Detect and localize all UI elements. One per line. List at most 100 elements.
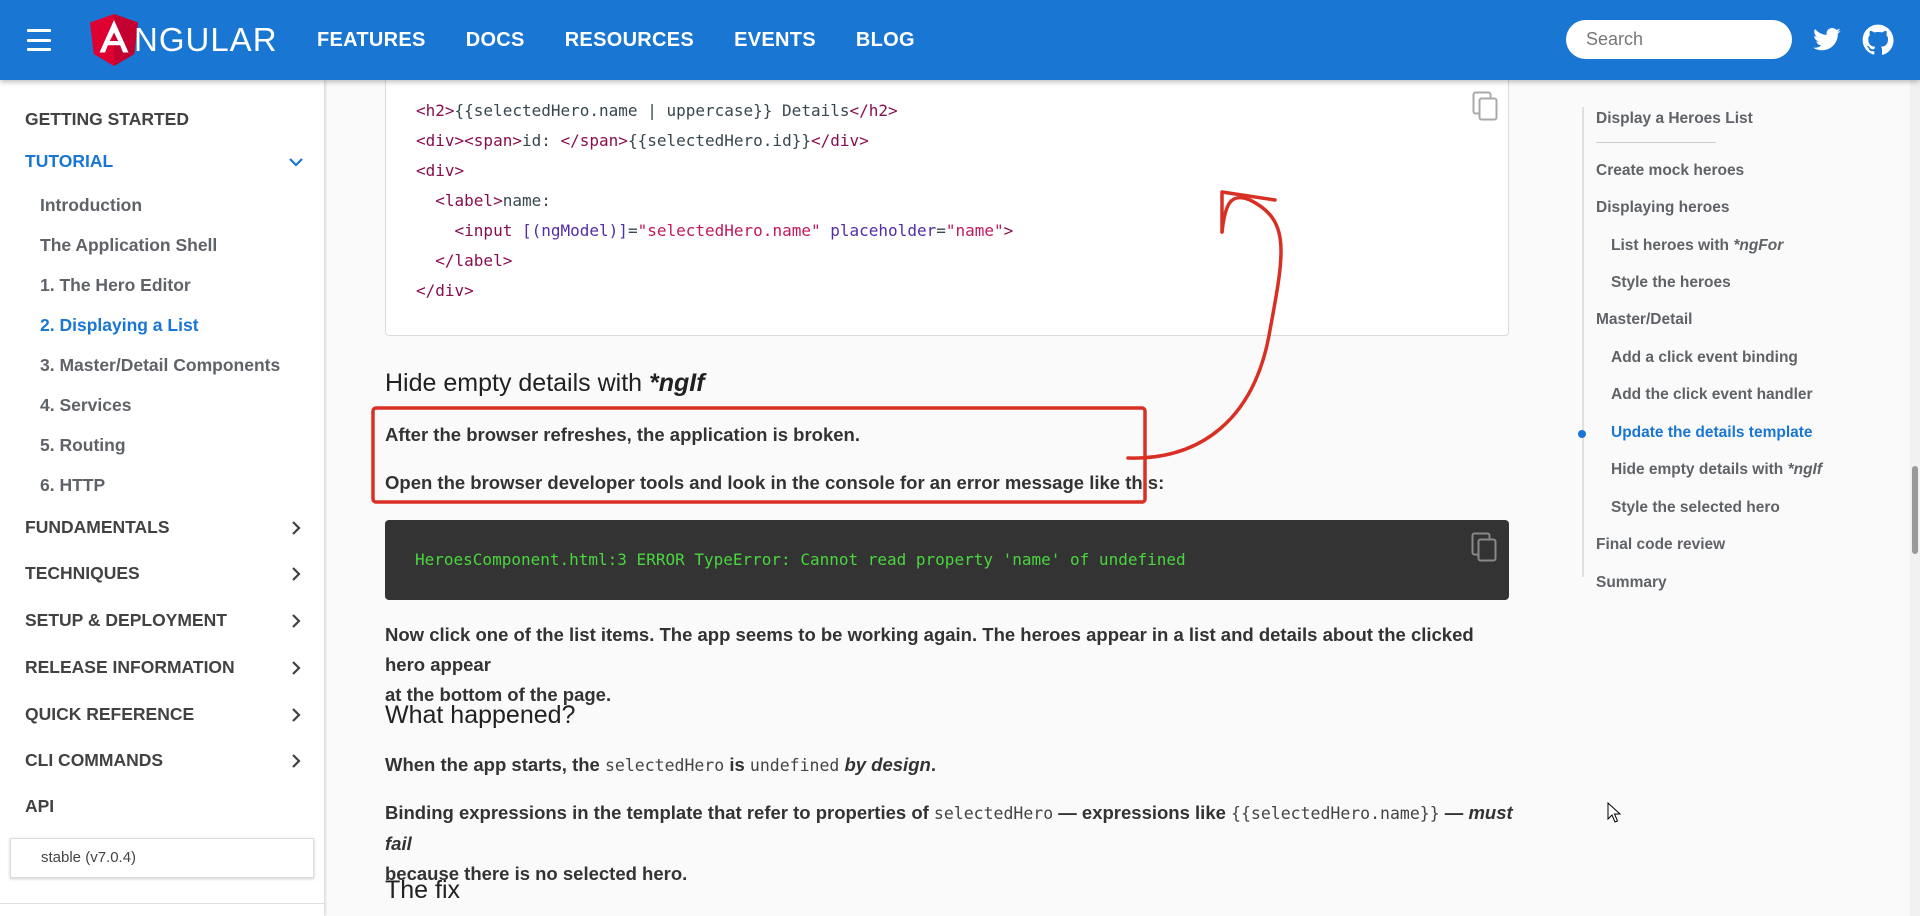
nav-blog[interactable]: BLOG: [856, 29, 915, 52]
nav-features[interactable]: FEATURES: [317, 29, 426, 52]
sidebar-tutorial[interactable]: TUTORIAL: [25, 151, 305, 172]
chevron-right-icon: [292, 567, 301, 581]
toc-item[interactable]: Add the click event handler: [1611, 386, 1813, 404]
code-line: <input [(ngModel)]="selectedHero.name" p…: [454, 221, 1014, 240]
toc-item-code: *ngFor: [1733, 237, 1784, 254]
sidebar-item-label: SETUP & DEPLOYMENT: [25, 610, 227, 630]
toc-item[interactable]: List heroes with *ngFor: [1611, 237, 1783, 255]
error-code-block: HeroesComponent.html:3 ERROR TypeError: …: [385, 520, 1509, 600]
emphasis: by design: [839, 754, 931, 775]
code-line: <div>: [416, 161, 465, 180]
toc-divider: [1596, 142, 1716, 143]
toc-item[interactable]: Add a click event binding: [1611, 349, 1798, 367]
paragraph-console: Open the browser developer tools and loo…: [385, 472, 1165, 493]
toc-item[interactable]: Display a Heroes List: [1596, 110, 1753, 128]
toc-item[interactable]: Master/Detail: [1596, 311, 1692, 329]
toc-item[interactable]: Summary: [1596, 574, 1667, 592]
sidebar-item-hero-editor[interactable]: 1. The Hero Editor: [40, 275, 191, 296]
sidebar-item-label: QUICK REFERENCE: [25, 704, 195, 724]
code-line: <h2>{{selectedHero.name | uppercase}} De…: [416, 101, 898, 120]
sidebar-item-label: TECHNIQUES: [25, 563, 140, 583]
toc-item[interactable]: Final code review: [1596, 536, 1725, 554]
inline-code: undefined: [749, 756, 840, 775]
toc-item[interactable]: Displaying heroes: [1596, 199, 1730, 217]
menu-icon[interactable]: [25, 29, 53, 51]
sidebar-release-information[interactable]: RELEASE INFORMATION: [25, 657, 305, 678]
sidebar-getting-started[interactable]: GETTING STARTED: [25, 109, 305, 130]
angular-shield-icon: [90, 14, 138, 66]
toc-rail: [1582, 107, 1584, 577]
mouse-cursor-icon: [1607, 802, 1621, 823]
sidebar-item-master-detail[interactable]: 3. Master/Detail Components: [40, 355, 280, 376]
sidebar-techniques[interactable]: TECHNIQUES: [25, 563, 305, 584]
inline-code: selectedHero: [933, 804, 1054, 823]
heading-hide-empty-details: Hide empty details with *ngIf: [385, 369, 705, 398]
angular-logo[interactable]: NGULAR: [90, 14, 278, 66]
text: — expressions like: [1053, 802, 1232, 823]
sidebar-item-http[interactable]: 6. HTTP: [40, 475, 105, 496]
chevron-right-icon: [292, 754, 301, 768]
inline-code: selectedHero: [604, 756, 725, 775]
sidebar-setup-deployment[interactable]: SETUP & DEPLOYMENT: [25, 610, 305, 631]
code-line: </div>: [416, 281, 474, 300]
nav-docs[interactable]: DOCS: [466, 29, 525, 52]
error-message: HeroesComponent.html:3 ERROR TypeError: …: [415, 550, 1186, 569]
sidebar-item-label: TUTORIAL: [25, 151, 114, 171]
search-input[interactable]: [1566, 20, 1792, 59]
heading-text: Hide empty details with: [385, 369, 650, 397]
sidebar-quick-reference[interactable]: QUICK REFERENCE: [25, 704, 305, 725]
copy-icon[interactable]: [1472, 91, 1498, 121]
chevron-right-icon: [292, 614, 301, 628]
sidebar-item-displaying-list[interactable]: 2. Displaying a List: [40, 315, 199, 336]
sidebar-item-routing[interactable]: 5. Routing: [40, 435, 126, 456]
sidebar-divider: [0, 903, 324, 904]
github-icon[interactable]: [1862, 24, 1894, 56]
top-nav-bar: NGULAR FEATURES DOCS RESOURCES EVENTS BL…: [0, 0, 1920, 80]
sidebar-api[interactable]: API: [25, 796, 305, 817]
toc-item[interactable]: Style the selected hero: [1611, 499, 1780, 517]
table-of-contents: Display a Heroes List Create mock heroes…: [1578, 80, 1882, 640]
toc-item-code: *ngIf: [1787, 461, 1822, 478]
twitter-icon[interactable]: [1812, 25, 1842, 55]
paragraph-binding-expressions: Binding expressions in the template that…: [385, 798, 1515, 889]
text: .: [930, 754, 936, 775]
sidebar-item-label: API: [25, 796, 55, 816]
logo-text: NGULAR: [134, 21, 278, 58]
code-line: </label>: [435, 251, 513, 270]
chevron-right-icon: [292, 661, 301, 675]
code-block-template: <h2>{{selectedHero.name | uppercase}} De…: [385, 80, 1509, 336]
paragraph-line: Now click one of the list items. The app…: [385, 624, 1474, 675]
version-selector[interactable]: stable (v7.0.4): [10, 838, 314, 878]
sidebar-item-introduction[interactable]: Introduction: [40, 195, 142, 216]
text: —: [1439, 802, 1469, 823]
text: Binding expressions in the template that…: [385, 802, 934, 823]
heading-code: *ngIf: [649, 369, 705, 397]
toc-item[interactable]: Style the heroes: [1611, 274, 1731, 292]
paragraph-when-app-starts: When the app starts, the selectedHero is…: [385, 750, 936, 781]
nav-resources[interactable]: RESOURCES: [565, 29, 694, 52]
chevron-right-icon: [292, 708, 301, 722]
main-nav: FEATURES DOCS RESOURCES EVENTS BLOG: [317, 0, 955, 80]
chevron-down-icon: [289, 158, 303, 167]
toc-item-label: Hide empty details with: [1611, 461, 1788, 478]
sidebar-item-label: CLI COMMANDS: [25, 750, 164, 770]
scrollbar-thumb[interactable]: [1912, 466, 1918, 554]
chevron-right-icon: [292, 521, 301, 535]
copy-icon[interactable]: [1471, 532, 1497, 562]
paragraph-refresh: After the browser refreshes, the applica…: [385, 424, 860, 445]
text: is: [724, 754, 750, 775]
toc-item-active[interactable]: Update the details template: [1611, 424, 1813, 442]
toc-item[interactable]: Hide empty details with *ngIf: [1611, 461, 1822, 479]
code-line: <label>name:: [435, 191, 551, 210]
sidebar-item-application-shell[interactable]: The Application Shell: [40, 235, 217, 256]
sidebar-item-services[interactable]: 4. Services: [40, 395, 131, 416]
text: When the app starts, the: [385, 754, 605, 775]
nav-events[interactable]: EVENTS: [734, 29, 816, 52]
toc-item[interactable]: Create mock heroes: [1596, 162, 1744, 180]
sidebar-fundamentals[interactable]: FUNDAMENTALS: [25, 517, 305, 538]
toc-item-label: List heroes with: [1611, 237, 1734, 254]
sidebar-item-label: RELEASE INFORMATION: [25, 657, 235, 677]
toc-active-dot: [1578, 430, 1586, 438]
heading-the-fix: The fix: [385, 876, 461, 904]
sidebar-cli-commands[interactable]: CLI COMMANDS: [25, 750, 305, 771]
